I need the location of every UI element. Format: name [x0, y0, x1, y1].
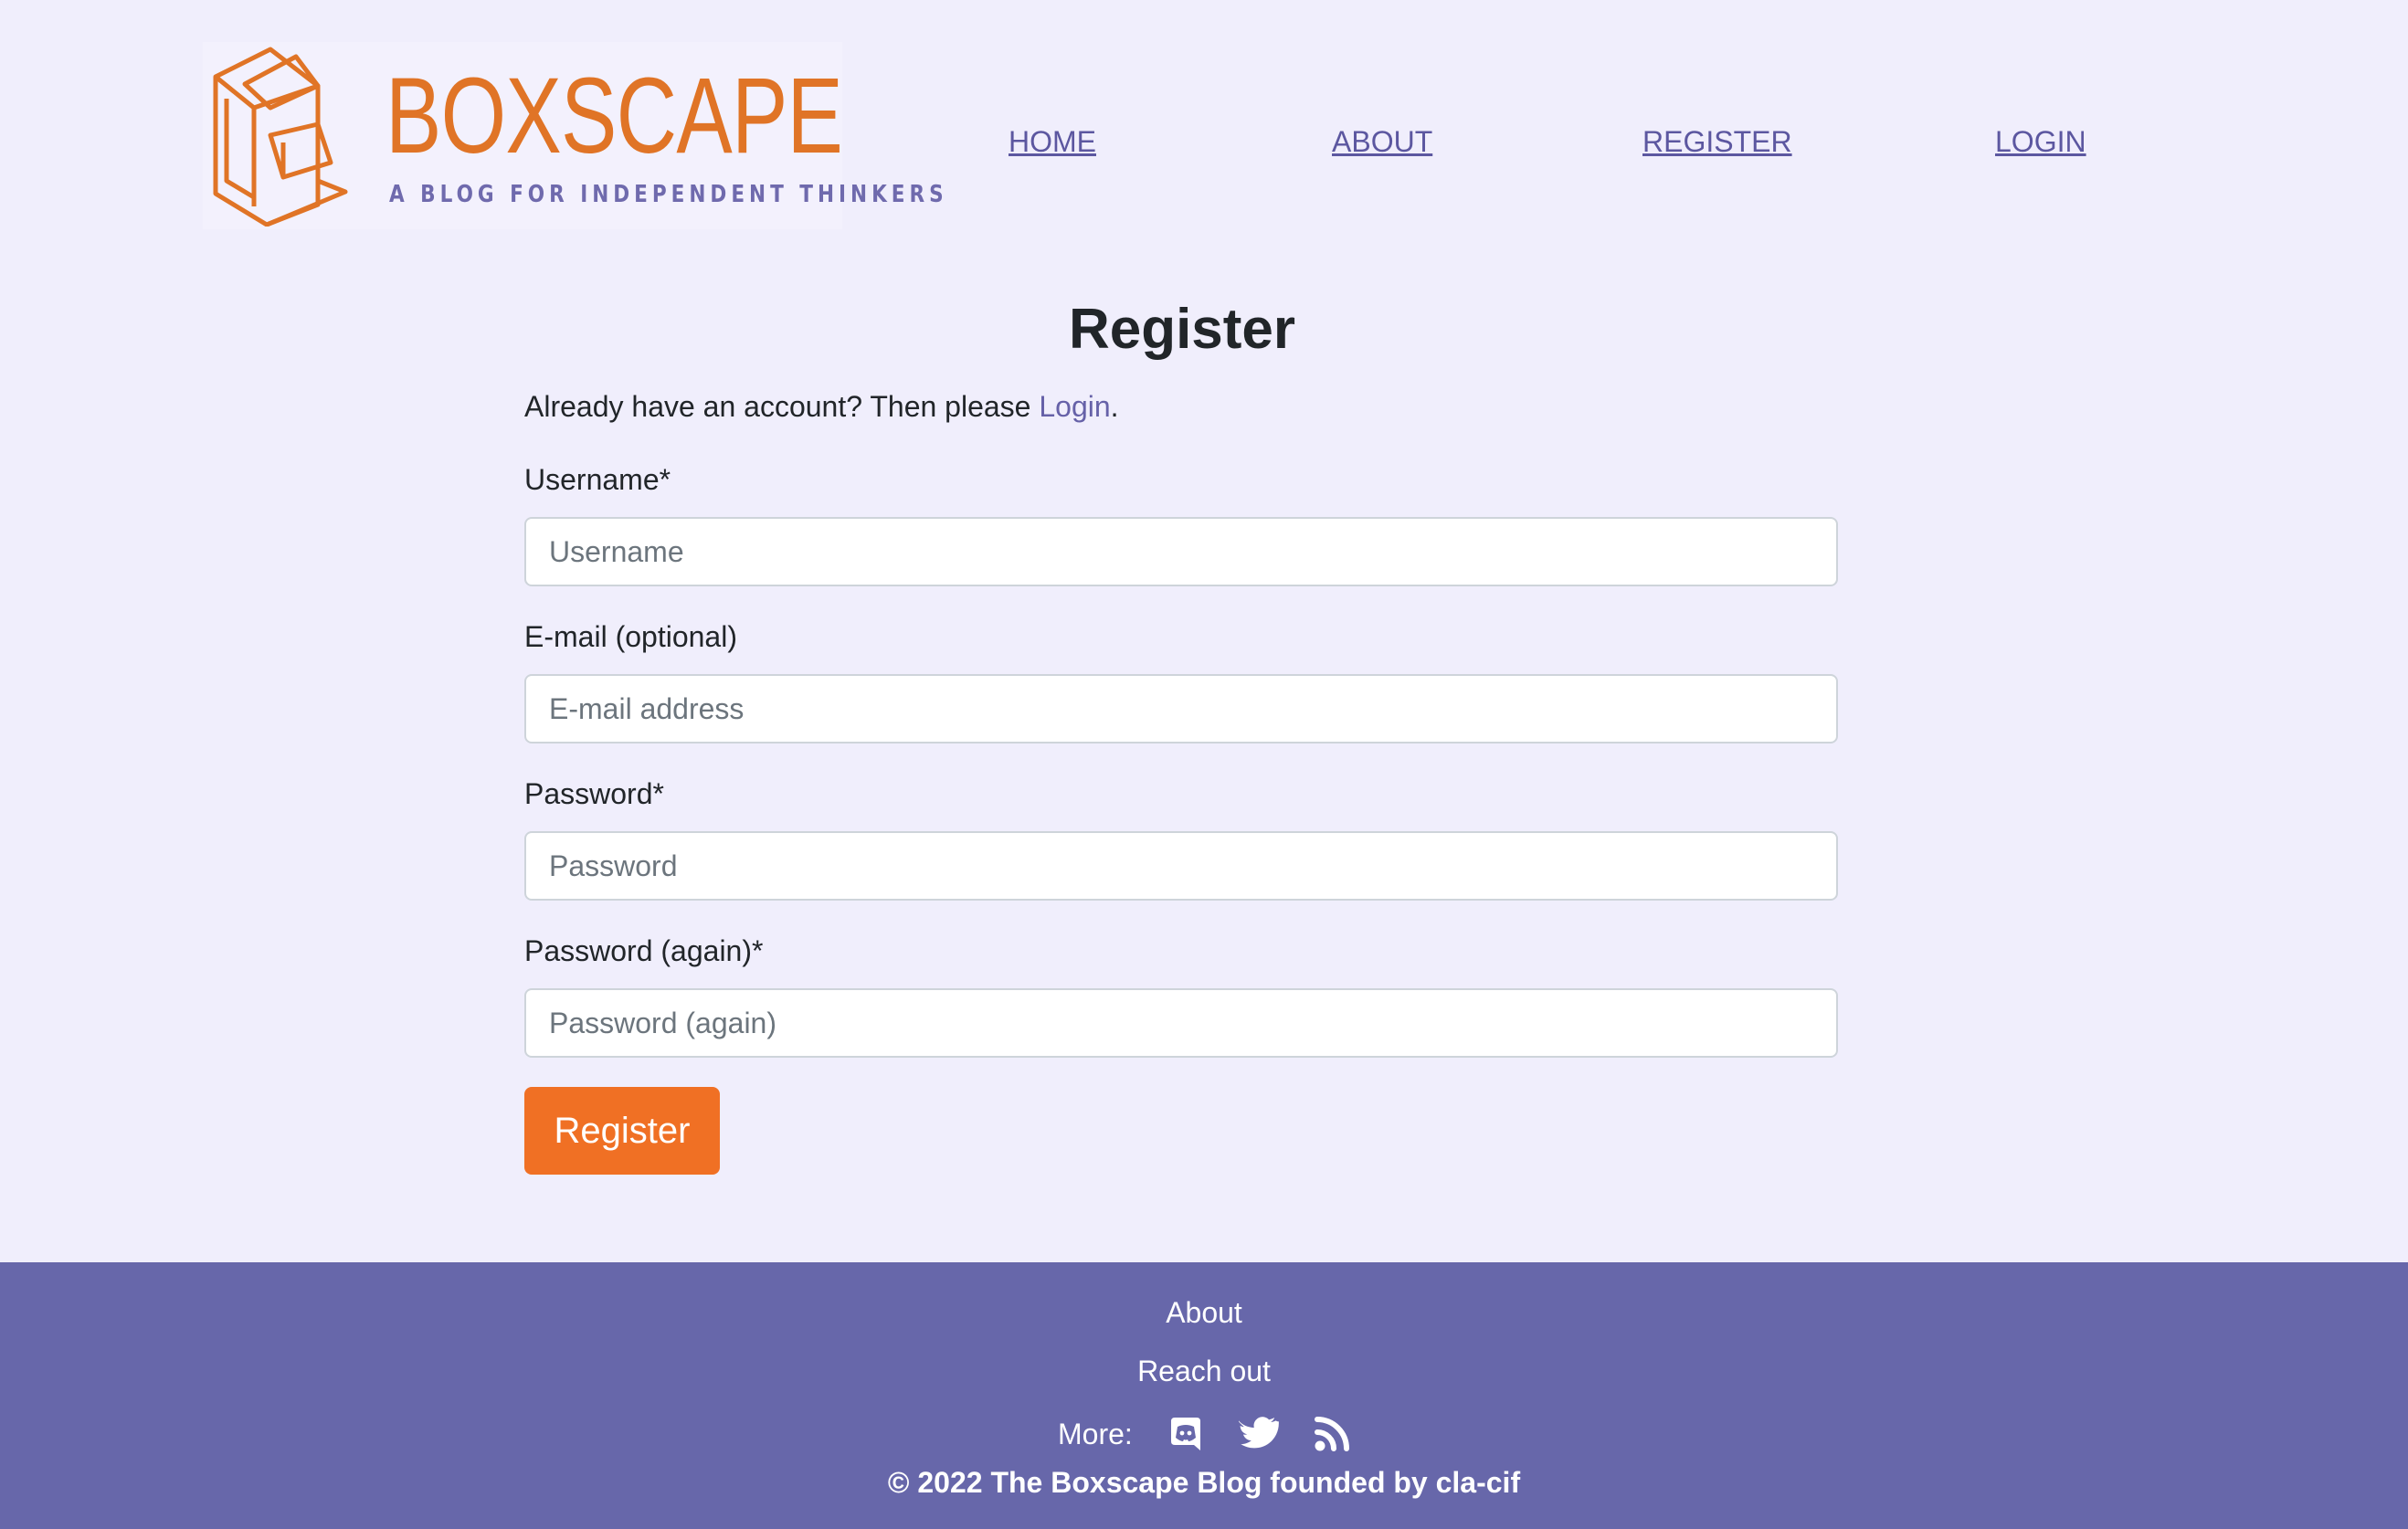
footer-about-row: About [0, 1295, 2408, 1330]
site-footer: About Reach out More: © 2022 The Boxscap… [0, 1262, 2408, 1529]
nav-register-link[interactable]: REGISTER [1642, 124, 1792, 159]
footer-reach-out-row: Reach out [0, 1354, 2408, 1388]
more-label: More: [1058, 1418, 1133, 1450]
email-input[interactable] [524, 674, 1838, 743]
password-again-label: Password (again)* [524, 934, 764, 967]
footer-about-link[interactable]: About [1166, 1296, 1242, 1329]
nav-home-link[interactable]: HOME [1009, 124, 1096, 159]
logo-tagline: A BLOG FOR INDEPENDENT THINKERS [389, 181, 948, 208]
site-logo[interactable]: BOXSCAPE A BLOG FOR INDEPENDENT THINKERS [203, 42, 944, 229]
username-label: Username* [524, 463, 671, 496]
page-title: Register [1068, 298, 1296, 361]
login-link[interactable]: Login [1039, 390, 1110, 423]
discord-icon[interactable] [1166, 1414, 1206, 1454]
password-again-input[interactable] [524, 988, 1838, 1058]
register-submit-button[interactable]: Register [524, 1087, 720, 1175]
boxscape-logo-icon [213, 47, 348, 227]
email-label: E-mail (optional) [524, 620, 737, 653]
username-input[interactable] [524, 517, 1838, 586]
copyright-text: © 2022 The Boxscape Blog founded by cla-… [887, 1466, 1521, 1499]
twitter-icon[interactable] [1238, 1414, 1279, 1454]
footer-reach-out-link[interactable]: Reach out [1137, 1355, 1271, 1387]
site-header: BOXSCAPE A BLOG FOR INDEPENDENT THINKERS… [0, 0, 2408, 237]
login-prompt-end: . [1110, 390, 1119, 423]
password-label: Password* [524, 777, 664, 810]
logo-title: BOXSCAPE [385, 56, 843, 176]
nav-about-link[interactable]: ABOUT [1332, 124, 1432, 159]
login-prompt-text: Already have an account? Then please [524, 390, 1040, 423]
password-input[interactable] [524, 831, 1838, 901]
login-prompt: Already have an account? Then please Log… [524, 389, 1119, 424]
footer-social-links: More: [1058, 1412, 1385, 1456]
nav-login-link[interactable]: LOGIN [1995, 124, 2086, 159]
rss-icon[interactable] [1312, 1414, 1352, 1454]
